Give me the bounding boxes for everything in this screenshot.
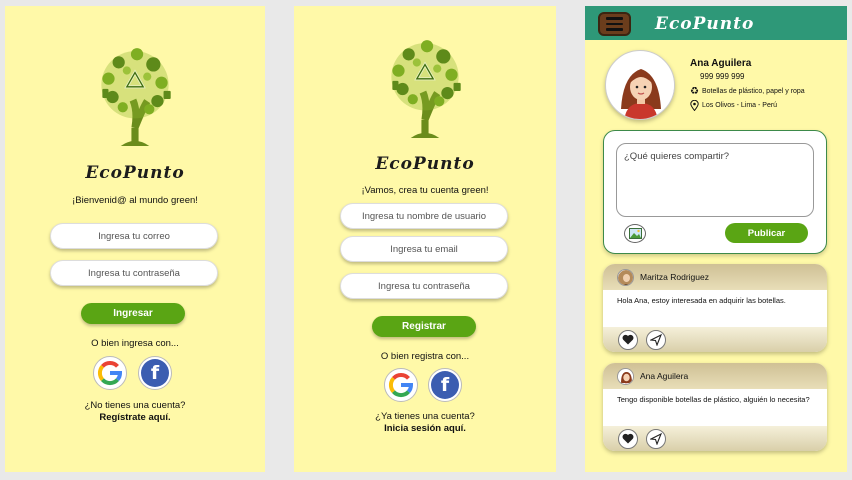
register-prompt: ¿No tienes una cuenta? Regístrate aquí. <box>5 400 265 424</box>
heart-icon[interactable] <box>618 329 638 350</box>
welcome-text: ¡Vamos, crea tu cuenta green! <box>361 185 489 196</box>
post-header: Maritza Rodriguez <box>603 264 827 290</box>
top-bar: EcoPunto <box>585 6 847 40</box>
login-prompt: ¿Ya tienes una cuenta? Inicia sesión aqu… <box>294 411 556 435</box>
post-actions <box>603 327 827 352</box>
have-account-text: ¿Ya tienes una cuenta? <box>375 411 475 422</box>
profile-name: Ana Aguilera <box>690 58 752 69</box>
send-icon[interactable] <box>646 428 666 449</box>
facebook-button[interactable]: f <box>428 368 462 402</box>
phone-text: 999 999 999 <box>700 72 745 81</box>
menu-icon[interactable] <box>598 12 631 36</box>
google-icon <box>388 372 413 398</box>
eco-tree-logo <box>89 44 181 148</box>
password-input[interactable]: Ingresa tu contraseña <box>50 260 218 286</box>
post-text: Tengo disponible botellas de plástico, a… <box>617 395 810 404</box>
email-input[interactable]: Ingresa tu correo <box>50 223 218 249</box>
post-text: Hola Ana, estoy interesada en adquirir l… <box>617 296 786 305</box>
post-card: Ana Aguilera Tengo disponible botellas d… <box>603 363 827 451</box>
profile-materials: ♻ Botellas de plástico, papel y ropa <box>690 86 805 97</box>
register-button[interactable]: Registrar <box>372 316 476 337</box>
facebook-icon: f <box>431 371 459 399</box>
facebook-icon: f <box>141 359 169 387</box>
location-text: Los Olivos - Lima - Perú <box>702 102 778 109</box>
login-button[interactable]: Ingresar <box>81 303 185 324</box>
post-author: Maritza Rodriguez <box>640 272 709 282</box>
materials-text: Botellas de plástico, papel y ropa <box>701 88 805 95</box>
google-button[interactable] <box>384 368 418 402</box>
login-link[interactable]: Inicia sesión aquí. <box>294 423 556 435</box>
register-link[interactable]: Regístrate aquí. <box>5 412 265 424</box>
post-composer: ¿Qué quieres compartir? Publicar <box>603 130 827 254</box>
brand-title: EcoPunto <box>375 154 475 174</box>
username-input[interactable]: Ingresa tu nombre de usuario <box>340 203 508 229</box>
avatar <box>605 50 675 120</box>
post-card: Maritza Rodriguez Hola Ana, estoy intere… <box>603 264 827 352</box>
profile-screen: EcoPunto Ana Aguilera 999 999 999 ♻ Bote… <box>585 6 847 472</box>
compose-input[interactable]: ¿Qué quieres compartir? <box>616 143 814 217</box>
eco-tree-logo <box>379 36 471 140</box>
no-account-text: ¿No tienes una cuenta? <box>84 400 186 411</box>
avatar <box>617 268 634 286</box>
login-screen: EcoPunto ¡Bienvenid@ al mundo green! Ing… <box>5 6 265 472</box>
facebook-button[interactable]: f <box>138 356 172 390</box>
post-actions <box>603 426 827 451</box>
heart-icon[interactable] <box>618 428 638 449</box>
profile-location: Los Olivos - Lima - Perú <box>690 100 777 111</box>
brand-title: EcoPunto <box>85 163 185 183</box>
alt-login-text: O bien ingresa con... <box>91 338 179 349</box>
password-input[interactable]: Ingresa tu contraseña <box>340 273 508 299</box>
post-author: Ana Aguilera <box>640 371 689 381</box>
recycle-icon: ♻ <box>690 86 699 97</box>
email-input[interactable]: Ingresa tu email <box>340 236 508 262</box>
google-icon <box>97 360 122 386</box>
image-icon[interactable] <box>624 224 646 243</box>
welcome-text: ¡Bienvenid@ al mundo green! <box>72 195 198 206</box>
location-pin-icon <box>690 100 699 111</box>
app-title: EcoPunto <box>655 14 755 34</box>
send-icon[interactable] <box>646 329 666 350</box>
post-header: Ana Aguilera <box>603 363 827 389</box>
publish-button[interactable]: Publicar <box>725 223 808 243</box>
profile-phone: 999 999 999 <box>700 72 745 81</box>
register-screen: EcoPunto ¡Vamos, crea tu cuenta green! I… <box>294 6 556 472</box>
alt-register-text: O bien registra con... <box>380 351 470 362</box>
google-button[interactable] <box>93 356 127 390</box>
avatar <box>617 367 634 385</box>
